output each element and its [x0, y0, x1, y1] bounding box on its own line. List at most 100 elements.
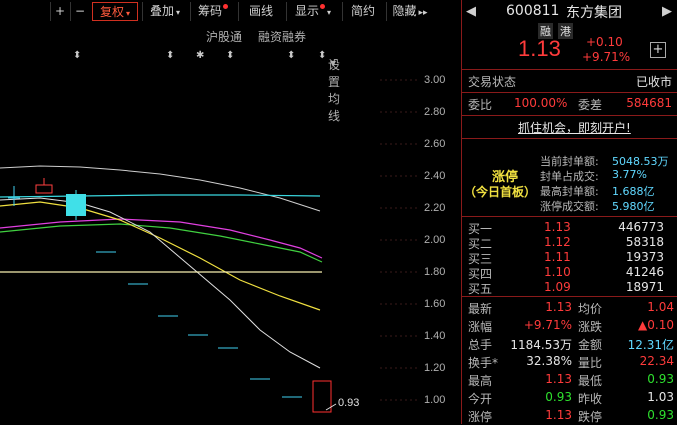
stat-label: 最高 [468, 374, 493, 388]
event-markers: ⬍ ⬍ ✱ ⬍ ⬍ ⬍ [73, 50, 326, 61]
axis-tick: 2.60 [424, 138, 446, 150]
event-marker-icon: ⬍ [73, 50, 81, 61]
buy-volume: 19373 [625, 250, 664, 264]
axis-tick: 2.80 [424, 106, 446, 118]
axis-tick: 3.00 [424, 74, 446, 86]
axis-tick: 2.40 [424, 170, 446, 182]
stat-value: 1.03 [647, 390, 674, 404]
grid-lines [380, 79, 420, 401]
stats-row: 涨停 1.13 跌停 0.93 [462, 407, 677, 425]
stat-value: 1.13 [545, 300, 572, 314]
axis-tick: 1.00 [424, 394, 446, 406]
buy-volume: 18971 [625, 280, 664, 294]
info-label: 当前封单额: [540, 155, 599, 168]
buy-price: 1.12 [544, 235, 571, 249]
stat-label: 涨停 [468, 410, 493, 424]
event-marker-icon: ⬍ [287, 50, 295, 61]
ma-line-white-long [0, 165, 321, 212]
event-marker-icon: ⬍ [318, 50, 326, 61]
stat-value: +9.71% [523, 318, 572, 332]
axis-tick: 1.40 [424, 330, 446, 342]
last-price: 1.13 [518, 36, 561, 61]
candles [8, 178, 332, 413]
limit-up-subtitle: （今日首板） [464, 185, 537, 199]
stat-label: 换手* [468, 356, 499, 370]
stat-label: 今开 [468, 392, 493, 406]
limit-up-info: 当前封单额: 5048.53万 封单占成交: 3.77% 最高封单额: 1.688亿 … [540, 153, 677, 213]
stat-value: 0.93 [647, 408, 674, 422]
axis-tick: 2.00 [424, 234, 446, 246]
stat-label: 均价 [578, 302, 603, 316]
price-change: +0.10 [586, 35, 623, 49]
stat-label: 金额 [578, 338, 603, 352]
buy-price: 1.13 [544, 220, 571, 234]
info-label: 最高封单额: [540, 185, 599, 198]
trade-status-label: 交易状态 [468, 75, 517, 89]
stat-value: 12.31亿 [627, 338, 674, 352]
event-marker-icon: ⬍ [226, 50, 234, 61]
stat-value: 0.93 [545, 390, 572, 404]
weicha-value: 584681 [626, 96, 672, 110]
next-stock-icon[interactable]: ▶ [662, 4, 672, 19]
weicha-label: 委差 [578, 98, 603, 112]
stats-row: 换手* 32.38% 量比 22.34 [462, 353, 677, 371]
info-label: 封单占成交: [540, 170, 599, 183]
stat-label: 跌停 [578, 410, 603, 424]
stats-row: 总手 1184.53万 金额 12.31亿 [462, 335, 677, 353]
stat-label: 涨幅 [468, 320, 493, 334]
buy-volume: 41246 [625, 265, 664, 279]
weibi-value: 100.00% [514, 96, 568, 110]
prev-stock-icon[interactable]: ◀ [466, 4, 476, 19]
limit-up-candle [312, 380, 332, 413]
info-value: 5.980亿 [612, 200, 655, 213]
stat-value: 32.38% [526, 354, 572, 368]
weibi-label: 委比 [468, 98, 493, 112]
info-value: 3.77% [612, 168, 647, 181]
info-label: 涨停成交额: [540, 200, 599, 213]
trade-status-value: 已收市 [635, 75, 672, 89]
stats-row: 今开 0.93 昨收 1.03 [462, 389, 677, 407]
axis-tick: 1.80 [424, 266, 446, 278]
stat-label: 量比 [578, 356, 603, 370]
event-star-icon: ✱ [196, 50, 204, 61]
stat-value: ▲0.10 [638, 318, 674, 332]
axis-tick: 2.20 [424, 202, 446, 214]
stat-value: 1184.53万 [510, 338, 572, 352]
buy-price: 1.10 [544, 265, 571, 279]
quote-panel: 600811 东方集团 ◀ ▶ 融 港 1.13 +0.10 +9.71% + … [461, 0, 677, 424]
buy-volume: 58318 [625, 235, 664, 249]
trade-status-row: 交易状态 已收市 [462, 72, 677, 90]
weibi-row: 委比 100.00% 委差 584681 [462, 95, 677, 113]
stats-row: 最新 1.13 均价 1.04 [462, 299, 677, 317]
axis-tick: 1.20 [424, 362, 446, 374]
stat-label: 最低 [578, 374, 603, 388]
stat-value: 0.93 [647, 372, 674, 386]
add-watchlist-button[interactable]: + [650, 42, 666, 58]
axis-tick: 1.60 [424, 298, 446, 310]
stat-label: 涨跌 [578, 320, 603, 334]
stat-value: 1.13 [545, 408, 572, 422]
buy-label: 买五 [468, 282, 493, 296]
stat-value: 1.04 [647, 300, 674, 314]
stock-code: 600811 [506, 3, 560, 19]
ma-line-green [0, 223, 323, 263]
info-value: 1.688亿 [612, 185, 655, 198]
info-value: 5048.53万 [612, 155, 669, 168]
kline-chart[interactable]: ⬍ ⬍ ✱ ⬍ ⬍ ⬍ [0, 0, 460, 424]
stats-row: 涨幅 +9.71% 涨跌 ▲0.10 [462, 317, 677, 335]
stat-label: 总手 [468, 338, 493, 352]
ma-line-yellow [0, 201, 321, 311]
buy-price: 1.09 [544, 280, 571, 294]
stat-value: 22.34 [639, 354, 674, 368]
buy-row[interactable]: 买五 1.09 18971 [462, 279, 677, 297]
low-price-label: 0.93 [338, 397, 360, 409]
open-account-link[interactable]: 抓住机会，即刻开户! [518, 119, 631, 136]
ma-line-cyan [0, 194, 321, 198]
stat-label: 最新 [468, 302, 493, 316]
stats-row: 最高 1.13 最低 0.93 [462, 371, 677, 389]
price-change-pct: +9.71% [582, 50, 631, 64]
stat-value: 1.13 [545, 372, 572, 386]
buy-price: 1.11 [544, 250, 571, 264]
buy-volume: 446773 [618, 220, 664, 234]
stat-label: 昨收 [578, 392, 603, 406]
